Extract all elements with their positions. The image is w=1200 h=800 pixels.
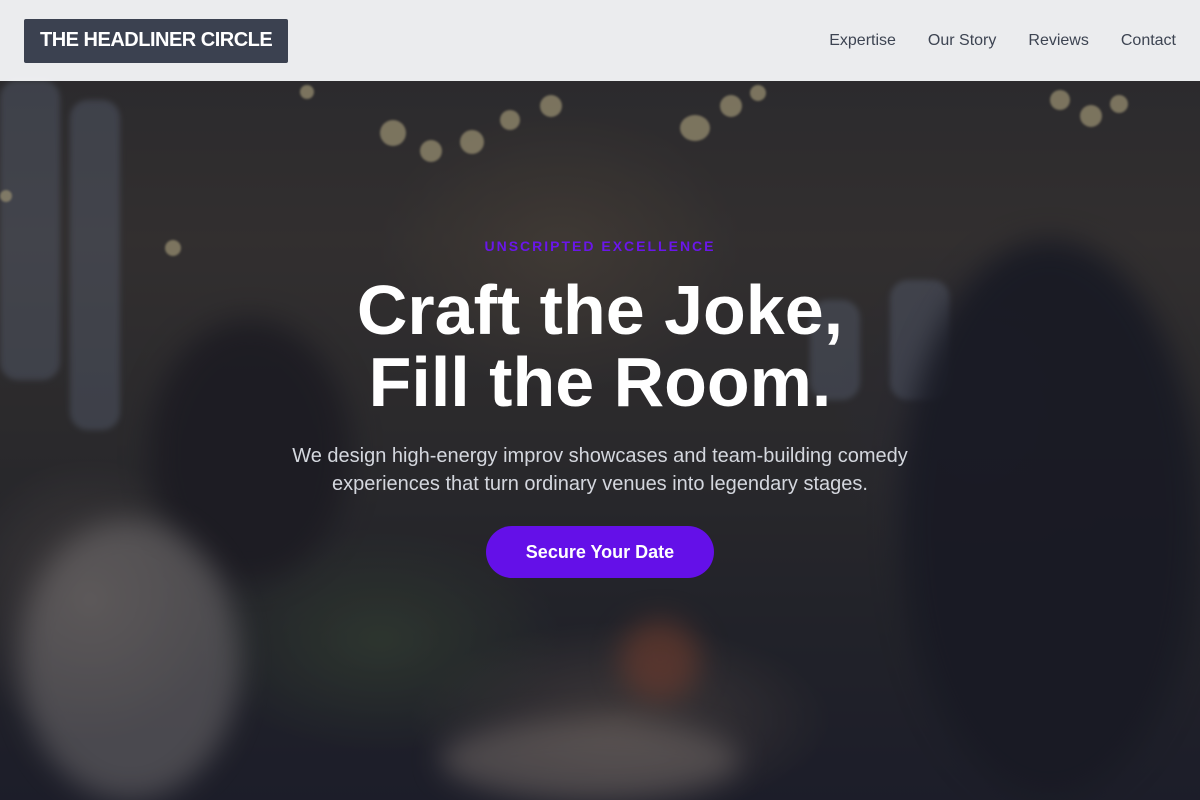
- headline-line-1: Craft the Joke,: [356, 271, 844, 349]
- hero-subtext: We design high-energy improv showcases a…: [280, 442, 920, 498]
- hero-eyebrow: UNSCRIPTED EXCELLENCE: [484, 238, 716, 254]
- hero-section: UNSCRIPTED EXCELLENCE Craft the Joke, Fi…: [0, 0, 1200, 800]
- hero-headline: Craft the Joke, Fill the Room.: [0, 274, 1200, 418]
- subtext-line-2: experiences that turn ordinary venues in…: [332, 473, 868, 495]
- subtext-line-1: We design high-energy improv showcases a…: [292, 445, 908, 467]
- headline-line-2: Fill the Room.: [368, 343, 832, 421]
- secure-date-button[interactable]: Secure Your Date: [486, 526, 714, 578]
